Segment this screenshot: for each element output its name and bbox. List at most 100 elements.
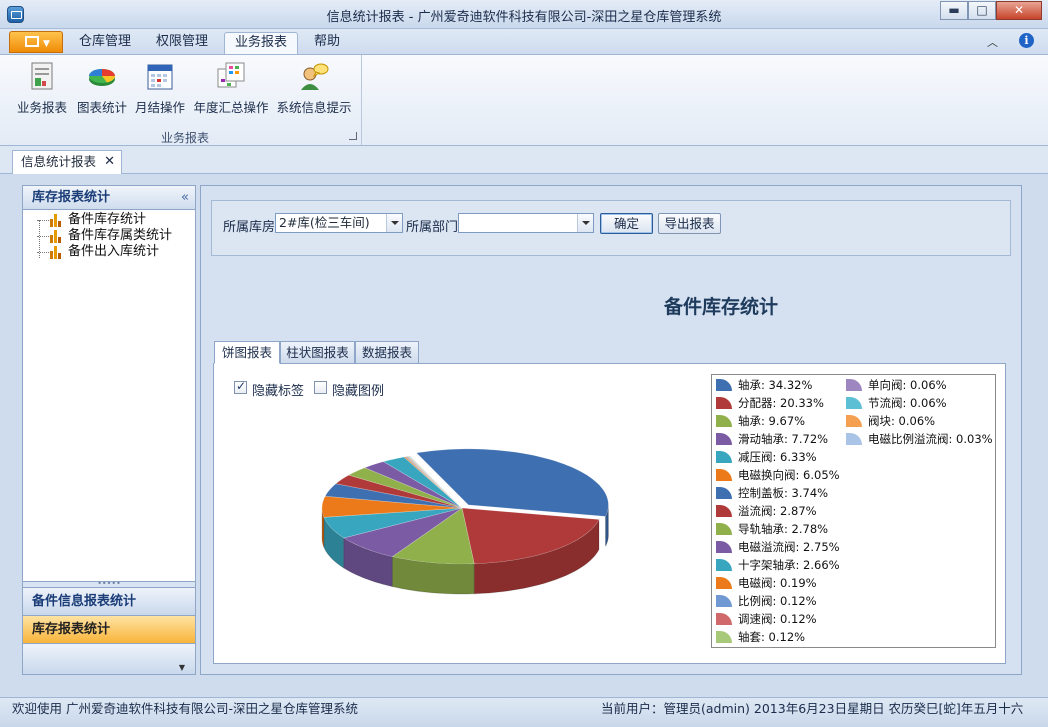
- legend-swatch: [716, 415, 732, 427]
- tree-item-label: 备件库存属类统计: [68, 228, 173, 243]
- legend-swatch: [716, 631, 732, 643]
- legend-swatch: [846, 415, 862, 427]
- ribbon-collapse-icon[interactable]: ︿: [987, 34, 998, 50]
- tree-item-in-out-stock[interactable]: 备件出入库统计: [36, 244, 159, 260]
- tab-help[interactable]: 帮助: [305, 32, 349, 54]
- legend-label: 轴套: 0.12%: [738, 630, 806, 644]
- hide-labels-checkbox[interactable]: 隐藏标签: [234, 379, 304, 399]
- tree-item-label: 备件库存统计: [68, 212, 147, 227]
- bar-chart-icon: [50, 229, 64, 243]
- legend-swatch: [846, 433, 862, 445]
- maximize-button[interactable]: □: [968, 1, 996, 20]
- warehouse-label: 所属库房: [223, 220, 276, 235]
- warehouse-select[interactable]: 2#库(检三车间): [275, 213, 403, 233]
- chevron-down-icon[interactable]: [386, 214, 402, 232]
- document-tab-label: 信息统计报表: [21, 154, 97, 169]
- chart-legend: 轴承: 34.32% 分配器: 20.33% 轴承: 9.67% 滑动轴承: 7.72…: [711, 374, 996, 648]
- report-document-icon: [27, 61, 57, 91]
- confirm-button[interactable]: 确定: [600, 213, 653, 234]
- yearly-summary-button[interactable]: 年度汇总操作: [192, 57, 270, 117]
- close-icon[interactable]: ✕: [104, 151, 115, 173]
- legend-swatch: [716, 523, 732, 535]
- legend-label: 轴承: 9.67%: [738, 414, 806, 428]
- system-message-button[interactable]: 系统信息提示: [274, 57, 354, 117]
- tree-item-stock-category[interactable]: 备件库存属类统计: [36, 228, 173, 244]
- collapse-panel-icon[interactable]: «: [181, 186, 189, 210]
- legend-swatch: [846, 379, 862, 391]
- application-menu-button[interactable]: ▼: [9, 31, 63, 53]
- title-bar: 信息统计报表 - 广州爱奇迪软件科技有限公司-深田之星仓库管理系统 ▬ □ ✕: [0, 0, 1048, 29]
- pie-chart-icon: [87, 61, 117, 91]
- checkbox-icon: [314, 381, 327, 394]
- legend-label: 单向阀: 0.06%: [868, 378, 947, 392]
- business-report-label: 业务报表: [16, 100, 67, 115]
- legend-swatch: [716, 379, 732, 391]
- legend-label: 调速阀: 0.12%: [738, 612, 817, 626]
- app-menu-icon: [25, 36, 39, 47]
- legend-label: 电磁换向阀: 6.05%: [738, 468, 840, 482]
- legend-swatch: [716, 451, 732, 463]
- legend-label: 导轨轴承: 2.78%: [738, 522, 829, 536]
- legend-item: 电磁比例溢流阀: 0.03%: [846, 430, 993, 448]
- tab-warehouse[interactable]: 仓库管理: [70, 32, 140, 54]
- legend-item: 分配器: 20.33%: [716, 394, 824, 412]
- legend-item: 导轨轴承: 2.78%: [716, 520, 828, 538]
- warehouse-value: 2#库(检三车间): [279, 215, 370, 230]
- monthly-close-button[interactable]: 月结操作: [132, 57, 188, 117]
- chart-statistics-label: 图表统计: [76, 100, 127, 115]
- group-launcher-icon[interactable]: [349, 132, 357, 140]
- document-tab-statistics[interactable]: 信息统计报表 ✕: [12, 150, 122, 174]
- chevron-down-icon: ▼: [178, 663, 185, 672]
- tab-pie-report[interactable]: 饼图报表: [214, 341, 280, 364]
- hide-legend-checkbox[interactable]: 隐藏图例: [314, 380, 384, 399]
- tree-item-spare-stock[interactable]: 备件库存统计: [36, 212, 147, 228]
- bar-chart-icon: [50, 213, 64, 227]
- nav-stock-report[interactable]: 库存报表统计: [23, 615, 195, 643]
- nav-overflow[interactable]: ▼: [23, 643, 195, 674]
- business-report-button[interactable]: 业务报表: [14, 57, 70, 117]
- status-bar: 欢迎使用 广州爱奇迪软件科技有限公司-深田之星仓库管理系统 当前用户：管理员(a…: [0, 697, 1048, 727]
- close-button[interactable]: ✕: [996, 1, 1042, 20]
- export-report-button[interactable]: 导出报表: [658, 213, 721, 234]
- legend-swatch: [716, 397, 732, 409]
- ribbon-group-business-reports: 业务报表 图表统计 月结操作 年度汇总操作 系统信息提示 业务报表: [8, 55, 362, 145]
- navigation-panel: 库存报表统计 « 备件库存统计 备件库存属类统计 备件出入库统计 ••••• 备…: [22, 185, 196, 675]
- legend-swatch: [716, 559, 732, 571]
- legend-label: 控制盖板: 3.74%: [738, 486, 829, 500]
- user-message-icon: [299, 61, 329, 91]
- chart-statistics-button[interactable]: 图表统计: [74, 57, 130, 117]
- panel-header: 库存报表统计 «: [23, 186, 195, 210]
- legend-item: 电磁换向阀: 6.05%: [716, 466, 840, 484]
- tab-business-reports[interactable]: 业务报表: [224, 32, 298, 54]
- minimize-button[interactable]: ▬: [940, 1, 968, 20]
- status-welcome: 欢迎使用 广州爱奇迪软件科技有限公司-深田之星仓库管理系统: [12, 701, 358, 716]
- ribbon-group-label: 业务报表: [160, 131, 209, 145]
- tab-permissions[interactable]: 权限管理: [147, 32, 217, 54]
- legend-label: 分配器: 20.33%: [738, 396, 824, 410]
- pie-chart: [321, 448, 609, 595]
- checkbox-checked-icon: [234, 379, 247, 394]
- legend-item: 滑动轴承: 7.72%: [716, 430, 828, 448]
- nav-parts-report[interactable]: 备件信息报表统计: [23, 587, 195, 615]
- yearly-summary-label: 年度汇总操作: [193, 100, 269, 115]
- system-message-label: 系统信息提示: [276, 100, 352, 115]
- legend-item: 减压阀: 6.33%: [716, 448, 817, 466]
- legend-item: 电磁溢流阀: 2.75%: [716, 538, 840, 556]
- legend-swatch: [716, 487, 732, 499]
- legend-item: 轴套: 0.12%: [716, 628, 805, 646]
- chevron-down-icon[interactable]: [577, 214, 593, 232]
- legend-label: 节流阀: 0.06%: [868, 396, 947, 410]
- department-select[interactable]: [458, 213, 594, 233]
- info-icon[interactable]: i: [1019, 33, 1034, 48]
- chevron-down-icon: ▼: [43, 39, 50, 49]
- legend-swatch: [716, 433, 732, 445]
- chart-area: 隐藏标签 隐藏图例 轴承: 34.32% 分配器: 20.33% 轴承: 9.67%…: [213, 363, 1006, 664]
- bar-chart-icon: [50, 245, 64, 259]
- tab-bar-report[interactable]: 柱状图报表: [280, 341, 355, 364]
- report-title: 备件库存统计: [663, 296, 778, 318]
- legend-label: 电磁比例溢流阀: 0.03%: [868, 432, 993, 446]
- tab-data-report[interactable]: 数据报表: [355, 341, 419, 364]
- legend-label: 减压阀: 6.33%: [738, 450, 817, 464]
- hide-legend-label: 隐藏图例: [332, 384, 385, 399]
- ribbon: 业务报表 图表统计 月结操作 年度汇总操作 系统信息提示 业务报表: [0, 54, 1048, 146]
